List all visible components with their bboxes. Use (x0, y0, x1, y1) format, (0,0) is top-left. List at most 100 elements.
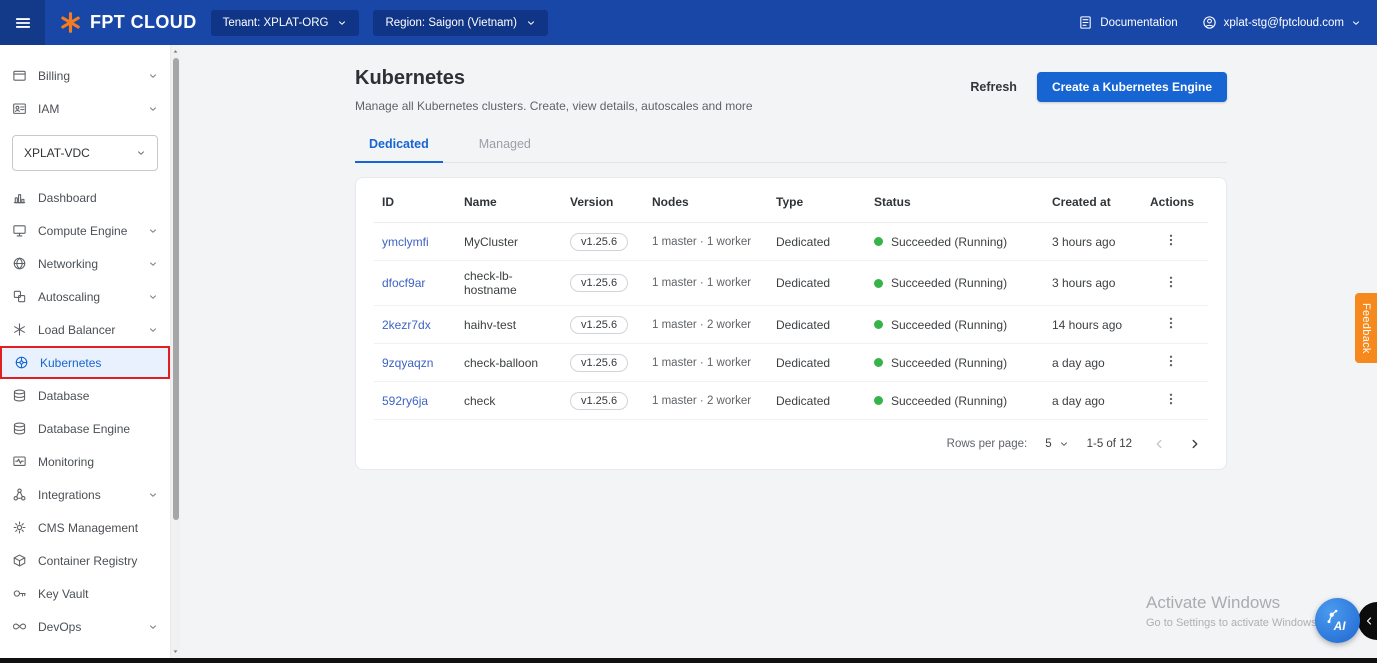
sidebar-top-group: Billing IAM (0, 59, 170, 125)
sidebar-item-devops[interactable]: DevOps (0, 610, 170, 643)
cluster-created-at: a day ago (1052, 355, 1105, 370)
table-row: 2kezr7dx haihv-test v1.25.6 1 master · 2 wo… (374, 306, 1208, 344)
sidebar-item-dashboard[interactable]: Dashboard (0, 181, 170, 214)
hamburger-menu-button[interactable] (0, 0, 45, 45)
documentation-label: Documentation (1100, 16, 1178, 29)
scroll-up-arrow[interactable] (171, 46, 180, 57)
chevron-down-icon (148, 292, 158, 302)
topbar: FPT CLOUD Tenant: XPLAT-ORG Region: Saig… (0, 0, 1377, 45)
row-actions-kebab-icon[interactable] (1158, 231, 1184, 249)
row-actions-kebab-icon[interactable] (1158, 390, 1184, 408)
sidebar-item-label: Billing (38, 68, 71, 83)
sidebar-item-database-engine[interactable]: Database Engine (0, 412, 170, 445)
sidebar-item-key-vault[interactable]: Key Vault (0, 577, 170, 610)
sidebar-item-label: Dashboard (38, 190, 97, 205)
sidebar-item-kubernetes[interactable]: Kubernetes (0, 346, 170, 379)
chevron-down-icon (148, 325, 158, 335)
database-engine-icon (12, 421, 27, 436)
cluster-id-link[interactable]: 592ry6ja (382, 394, 428, 408)
billing-icon (12, 68, 27, 83)
fpt-cloud-logo[interactable]: FPT CLOUD (58, 10, 197, 35)
tenant-selector[interactable]: Tenant: XPLAT-ORG (210, 9, 360, 36)
sidebar-item-billing[interactable]: Billing (0, 59, 170, 92)
refresh-button[interactable]: Refresh (968, 74, 1019, 100)
watermark-line2: Go to Settings to activate Windows (1146, 617, 1317, 629)
cell-status: Succeeded (Running) (866, 348, 1044, 378)
sidebar: Billing IAM XPLAT-VDC Dashboard Compute En… (0, 45, 170, 658)
scroll-down-arrow[interactable] (171, 646, 180, 657)
sidebar-item-label: Autoscaling (38, 289, 101, 304)
autoscaling-icon (12, 289, 27, 304)
vdc-selector[interactable]: XPLAT-VDC (12, 135, 158, 171)
chevron-down-icon (337, 18, 347, 28)
chevron-down-icon (148, 104, 158, 114)
pagination: Rows per page: 5 1-5 of 12 (374, 420, 1208, 459)
chevron-down-icon (136, 148, 146, 158)
sidebar-item-container-registry[interactable]: Container Registry (0, 544, 170, 577)
version-chip: v1.25.6 (570, 315, 629, 334)
next-page-button[interactable] (1186, 435, 1204, 453)
sidebar-item-compute-engine[interactable]: Compute Engine (0, 214, 170, 247)
sidebar-item-label: Database Engine (38, 421, 131, 436)
networking-icon (12, 256, 27, 271)
cell-version: v1.25.6 (562, 308, 644, 342)
cluster-id-link[interactable]: ymclymfi (382, 235, 429, 249)
rows-per-page-select[interactable]: 5 (1045, 438, 1068, 450)
cluster-id-link[interactable]: 2kezr7dx (382, 318, 431, 332)
cluster-nodes: 1 master · 2 worker (652, 318, 752, 331)
tab-dedicated[interactable]: Dedicated (355, 137, 443, 163)
column-header-nodes: Nodes (652, 195, 689, 209)
cluster-nodes: 1 master · 1 worker (652, 235, 752, 248)
chevron-down-icon (1059, 439, 1069, 449)
chevron-down-icon (148, 259, 158, 269)
cell-actions (1142, 223, 1204, 260)
feedback-tab[interactable]: Feedback (1355, 293, 1377, 363)
sidebar-item-iam[interactable]: IAM (0, 92, 170, 125)
sidebar-item-cms-management[interactable]: CMS Management (0, 511, 170, 544)
cluster-status: Succeeded (Running) (891, 317, 1008, 332)
status-dot (874, 396, 883, 405)
version-chip: v1.25.6 (570, 353, 629, 372)
row-actions-kebab-icon[interactable] (1158, 273, 1184, 291)
table-row: dfocf9ar check-lb-hostname v1.25.6 1 master… (374, 261, 1208, 306)
row-actions-kebab-icon[interactable] (1158, 314, 1184, 332)
cell-status: Succeeded (Running) (866, 310, 1044, 340)
sidebar-item-label: Load Balancer (38, 322, 116, 337)
container-registry-icon (12, 553, 27, 568)
scrollbar-thumb[interactable] (173, 58, 179, 520)
table-body: ymclymfi MyCluster v1.25.6 1 master · 1 wor… (374, 223, 1208, 420)
column-header-actions: Actions (1150, 195, 1195, 209)
sidebar-item-load-balancer[interactable]: Load Balancer (0, 313, 170, 346)
tab-managed[interactable]: Managed (465, 137, 545, 162)
compute-engine-icon (12, 223, 27, 238)
sidebar-item-monitoring[interactable]: Monitoring (0, 445, 170, 478)
page-header: Kubernetes Manage all Kubernetes cluster… (355, 67, 1227, 113)
sidebar-item-integrations[interactable]: Integrations (0, 478, 170, 511)
sidebar-item-label: DevOps (38, 619, 82, 634)
account-email: xplat-stg@fptcloud.com (1223, 16, 1344, 29)
cluster-id-link[interactable]: dfocf9ar (382, 276, 425, 290)
previous-page-button[interactable] (1150, 435, 1168, 453)
create-kubernetes-engine-button[interactable]: Create a Kubernetes Engine (1036, 72, 1227, 102)
version-chip: v1.25.6 (570, 391, 629, 410)
cluster-nodes: 1 master · 1 worker (652, 356, 752, 369)
watermark-line1: Activate Windows (1146, 593, 1281, 612)
column-header-type: Type (776, 195, 804, 209)
sidebar-item-autoscaling[interactable]: Autoscaling (0, 280, 170, 313)
account-menu[interactable]: xplat-stg@fptcloud.com (1202, 15, 1361, 30)
chevron-down-icon (148, 622, 158, 632)
sidebar-item-networking[interactable]: Networking (0, 247, 170, 280)
chevron-down-icon (148, 490, 158, 500)
sidebar-item-database[interactable]: Database (0, 379, 170, 412)
region-selector[interactable]: Region: Saigon (Vietnam) (373, 9, 548, 36)
chevron-down-icon (1351, 18, 1361, 28)
cluster-id-link[interactable]: 9zqyaqzn (382, 356, 433, 370)
ai-assistant-button[interactable]: AI (1315, 598, 1360, 643)
sidebar-scrollbar[interactable] (170, 45, 180, 658)
cell-actions (1142, 344, 1204, 381)
documentation-link[interactable]: Documentation (1078, 15, 1178, 30)
cluster-status: Succeeded (Running) (891, 276, 1008, 290)
page-subtitle: Manage all Kubernetes clusters. Create, … (355, 99, 753, 113)
row-actions-kebab-icon[interactable] (1158, 352, 1184, 370)
cell-actions (1142, 306, 1204, 343)
